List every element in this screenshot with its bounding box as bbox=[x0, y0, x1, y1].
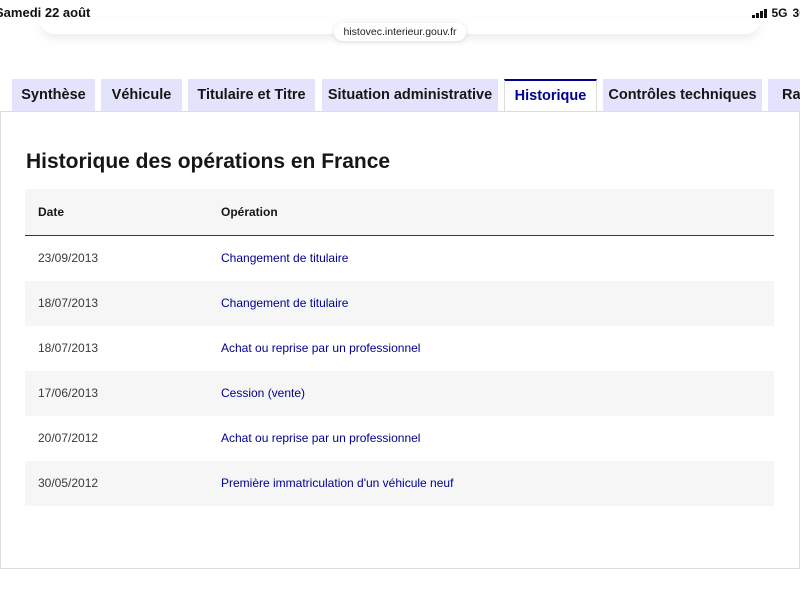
table-row: 23/09/2013 Changement de titulaire bbox=[25, 236, 774, 281]
network-type: 5G bbox=[771, 6, 788, 20]
tab-titulaire-et-titre[interactable]: Titulaire et Titre bbox=[188, 79, 315, 112]
row-date: 20/07/2012 bbox=[38, 431, 99, 445]
table-header: Date Opération bbox=[25, 189, 774, 236]
table-row: 18/07/2013 Achat ou reprise par un profe… bbox=[25, 326, 774, 371]
status-date: Samedi 22 août bbox=[0, 5, 91, 20]
column-header-date: Date bbox=[38, 205, 65, 219]
column-header-operation: Opération bbox=[221, 205, 278, 219]
tab-situation-administrative[interactable]: Situation administrative bbox=[322, 79, 498, 112]
row-operation-link[interactable]: Première immatriculation d'un véhicule n… bbox=[221, 476, 453, 490]
row-operation-link[interactable]: Changement de titulaire bbox=[221, 296, 348, 310]
tab-historique[interactable]: Historique bbox=[504, 79, 597, 112]
row-date: 18/07/2013 bbox=[38, 341, 99, 355]
tab-rapport[interactable]: Rapport bbox=[768, 79, 800, 112]
row-operation-link[interactable]: Achat ou reprise par un professionnel bbox=[221, 341, 420, 355]
table-row: 18/07/2013 Changement de titulaire bbox=[25, 281, 774, 326]
tab-synthese[interactable]: Synthèse bbox=[12, 79, 95, 112]
row-operation-link[interactable]: Achat ou reprise par un professionnel bbox=[221, 431, 420, 445]
row-operation-link[interactable]: Cession (vente) bbox=[221, 386, 305, 400]
status-indicators: 5G 36 bbox=[752, 6, 800, 20]
signal-icon bbox=[752, 8, 767, 18]
history-table: Date Opération 23/09/2013 Changement de … bbox=[25, 189, 774, 506]
table-body: 23/09/2013 Changement de titulaire 18/07… bbox=[25, 236, 774, 506]
table-row: 20/07/2012 Achat ou reprise par un profe… bbox=[25, 416, 774, 461]
battery-level: 36 bbox=[792, 6, 800, 20]
row-date: 18/07/2013 bbox=[38, 296, 99, 310]
tab-vehicule[interactable]: Véhicule bbox=[101, 79, 182, 112]
tab-bar: Synthèse Véhicule Titulaire et Titre Sit… bbox=[0, 79, 800, 112]
row-operation-link[interactable]: Changement de titulaire bbox=[221, 251, 348, 265]
tab-controles-techniques[interactable]: Contrôles techniques bbox=[603, 79, 762, 112]
url-bar[interactable]: histovec.interieur.gouv.fr bbox=[334, 23, 466, 41]
row-date: 30/05/2012 bbox=[38, 476, 99, 490]
row-date: 17/06/2013 bbox=[38, 386, 99, 400]
table-row: 30/05/2012 Première immatriculation d'un… bbox=[25, 461, 774, 506]
table-row: 17/06/2013 Cession (vente) bbox=[25, 371, 774, 416]
row-date: 23/09/2013 bbox=[38, 251, 99, 265]
page-title: Historique des opérations en France bbox=[26, 150, 391, 173]
